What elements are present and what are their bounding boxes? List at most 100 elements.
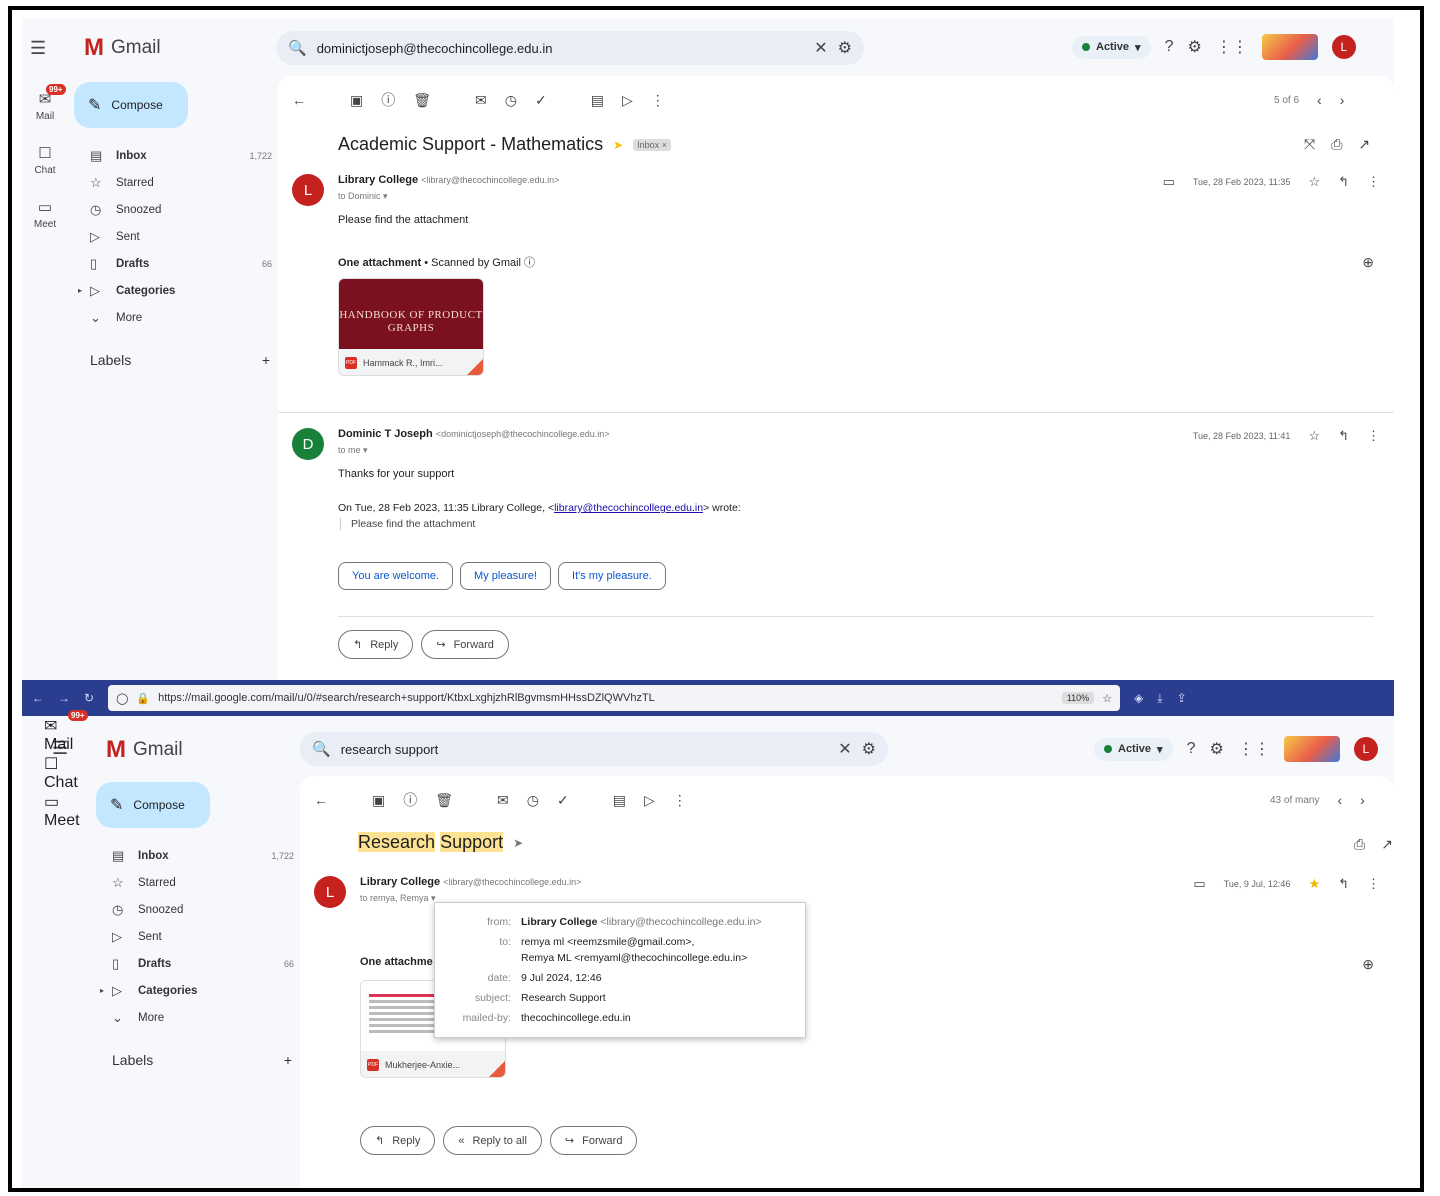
sender-name[interactable]: Library College <library@thecochincolleg… bbox=[338, 174, 559, 186]
search-input[interactable]: dominictjoseph@thecochincollege.edu.in bbox=[317, 41, 805, 56]
smart-reply-chip[interactable]: It's my pleasure. bbox=[558, 562, 666, 590]
recipient-toggle[interactable]: to remya, Remya ▾ bbox=[360, 893, 436, 904]
help-icon[interactable]: ? bbox=[1187, 740, 1196, 758]
address-bar[interactable]: ◯ 🔒 https://mail.google.com/mail/u/0/#se… bbox=[108, 685, 1121, 711]
archive-icon[interactable]: ▣ bbox=[372, 792, 385, 809]
url-text[interactable]: https://mail.google.com/mail/u/0/#search… bbox=[158, 692, 1054, 704]
collapse-all-icon[interactable]: ⤧ bbox=[1304, 136, 1315, 153]
more-vert-icon[interactable]: ⋮ bbox=[1367, 876, 1380, 892]
nav-sent[interactable]: ▷ Sent bbox=[92, 923, 300, 950]
nav-starred[interactable]: ☆ Starred bbox=[92, 869, 300, 896]
nav-drafts[interactable]: ▯ Drafts 66 bbox=[70, 250, 278, 277]
back-arrow-icon[interactable]: ← bbox=[32, 691, 44, 705]
compose-button[interactable]: ✎ Compose bbox=[96, 782, 210, 828]
archive-icon[interactable]: ▣ bbox=[350, 92, 363, 109]
newer-arrow-icon[interactable]: ‹ bbox=[1337, 792, 1342, 808]
reply-button[interactable]: ↰ Reply bbox=[338, 630, 414, 659]
report-spam-icon[interactable]: ⓘ bbox=[403, 790, 417, 810]
search-input[interactable]: research support bbox=[341, 742, 829, 757]
reply-icon[interactable]: ↰ bbox=[1338, 428, 1349, 444]
sender-name[interactable]: Library College <library@thecochincolleg… bbox=[360, 876, 581, 888]
label-icon[interactable]: ▷ bbox=[622, 92, 633, 109]
expand-caret-icon[interactable]: ▸ bbox=[100, 986, 104, 995]
more-vert-icon[interactable]: ⋮ bbox=[673, 792, 687, 809]
clear-search-icon[interactable]: ✕ bbox=[838, 739, 851, 759]
print-icon[interactable]: ⎙ bbox=[1331, 136, 1342, 153]
nav-sent[interactable]: ▷ Sent bbox=[70, 223, 278, 250]
smart-reply-chip[interactable]: You are welcome. bbox=[338, 562, 454, 590]
sender-avatar[interactable]: D bbox=[292, 428, 324, 460]
print-icon[interactable]: ⎙ bbox=[1354, 836, 1365, 853]
reply-icon[interactable]: ↰ bbox=[1338, 876, 1349, 892]
account-avatar[interactable]: L bbox=[1353, 737, 1378, 761]
older-arrow-icon[interactable]: › bbox=[1360, 792, 1365, 808]
apps-grid-icon[interactable]: ⋮⋮ bbox=[1238, 739, 1270, 759]
snooze-icon[interactable]: ◷ bbox=[527, 792, 539, 809]
reply-icon[interactable]: ↰ bbox=[1338, 174, 1349, 190]
search-bar[interactable]: 🔍 dominictjoseph@thecochincollege.edu.in… bbox=[276, 31, 864, 65]
recipient-toggle[interactable]: to Dominic ▾ bbox=[338, 191, 388, 202]
nav-snoozed[interactable]: ◷ Snoozed bbox=[70, 196, 278, 223]
mark-unread-icon[interactable]: ✉ bbox=[475, 92, 487, 109]
expand-caret-icon[interactable]: ▸ bbox=[78, 286, 82, 295]
important-marker-icon[interactable]: ➤ bbox=[513, 836, 523, 850]
nav-more[interactable]: ⌄ More bbox=[70, 304, 278, 331]
search-options-icon[interactable]: ⚙ bbox=[862, 739, 876, 759]
nav-starred[interactable]: ☆ Starred bbox=[70, 169, 278, 196]
rail-mail[interactable]: ✉ 99+ Mail bbox=[44, 710, 90, 754]
status-button[interactable]: Active ▾ bbox=[1072, 35, 1151, 59]
move-to-icon[interactable]: ▤ bbox=[591, 92, 604, 109]
help-icon[interactable]: ? bbox=[1165, 38, 1174, 56]
open-new-window-icon[interactable]: ↗ bbox=[1381, 836, 1393, 853]
rail-meet[interactable]: ▭ Meet bbox=[22, 198, 68, 230]
rail-mail[interactable]: ✉ 99+ Mail bbox=[22, 84, 68, 122]
search-options-icon[interactable]: ⚙ bbox=[838, 38, 852, 58]
forward-arrow-icon[interactable]: → bbox=[58, 691, 70, 705]
rail-chat[interactable]: ☐ Chat bbox=[22, 144, 68, 176]
settings-icon[interactable]: ⚙ bbox=[1209, 739, 1223, 759]
add-label-icon[interactable]: + bbox=[284, 1052, 292, 1068]
download-icon[interactable]: ⤓ bbox=[1157, 691, 1162, 706]
newer-arrow-icon[interactable]: ‹ bbox=[1317, 92, 1322, 108]
gmail-logo[interactable]: M Gmail bbox=[84, 34, 161, 62]
nav-inbox[interactable]: ▤ Inbox 1,722 bbox=[92, 842, 300, 869]
nav-more[interactable]: ⌄ More bbox=[92, 1004, 300, 1031]
forward-button[interactable]: ↪ Forward bbox=[549, 1126, 638, 1155]
open-new-window-icon[interactable]: ↗ bbox=[1358, 136, 1370, 153]
add-label-icon[interactable]: + bbox=[262, 352, 270, 368]
reload-icon[interactable]: ↻ bbox=[84, 691, 94, 705]
back-arrow-icon[interactable]: ← bbox=[292, 92, 306, 108]
pocket-icon[interactable]: ◈ bbox=[1134, 691, 1143, 705]
star-icon[interactable]: ☆ bbox=[1308, 428, 1320, 444]
apps-grid-icon[interactable]: ⋮⋮ bbox=[1216, 37, 1248, 57]
quote-email-link[interactable]: library@thecochincollege.edu.in bbox=[554, 502, 703, 514]
star-icon[interactable]: ☆ bbox=[1308, 174, 1320, 190]
attachment-card[interactable]: HANDBOOK OF PRODUCT GRAPHS PDF Hammack R.… bbox=[338, 278, 484, 376]
add-task-icon[interactable]: ✓ bbox=[557, 792, 569, 809]
add-to-drive-icon[interactable]: ⊕ bbox=[1362, 956, 1374, 973]
more-vert-icon[interactable]: ⋮ bbox=[1367, 428, 1380, 444]
recipient-toggle[interactable]: to me ▾ bbox=[338, 445, 368, 456]
clear-search-icon[interactable]: ✕ bbox=[814, 38, 827, 58]
more-vert-icon[interactable]: ⋮ bbox=[651, 92, 665, 109]
main-menu-icon[interactable]: ☰ bbox=[30, 38, 46, 59]
move-to-icon[interactable]: ▤ bbox=[613, 792, 626, 809]
account-avatar[interactable]: L bbox=[1331, 35, 1356, 59]
sender-name[interactable]: Dominic T Joseph <dominictjoseph@thecoch… bbox=[338, 428, 610, 440]
delete-icon[interactable]: 🗑 bbox=[435, 792, 453, 809]
search-icon[interactable]: 🔍 bbox=[312, 740, 331, 758]
rail-meet[interactable]: ▭ Meet bbox=[44, 792, 90, 830]
add-to-drive-icon[interactable]: ⊕ bbox=[1362, 254, 1374, 271]
more-vert-icon[interactable]: ⋮ bbox=[1367, 174, 1380, 190]
important-marker-icon[interactable]: ➤ bbox=[613, 138, 623, 152]
gmail-logo[interactable]: M Gmail bbox=[106, 736, 183, 764]
back-arrow-icon[interactable]: ← bbox=[314, 792, 328, 808]
nav-categories[interactable]: ▸ ▷ Categories bbox=[70, 277, 278, 304]
smart-reply-chip[interactable]: My pleasure! bbox=[460, 562, 552, 590]
rail-chat[interactable]: ☐ Chat bbox=[44, 754, 90, 792]
settings-icon[interactable]: ⚙ bbox=[1187, 37, 1201, 57]
nav-categories[interactable]: ▸ ▷ Categories bbox=[92, 977, 300, 1004]
nav-snoozed[interactable]: ◷ Snoozed bbox=[92, 896, 300, 923]
delete-icon[interactable]: 🗑 bbox=[413, 92, 431, 109]
older-arrow-icon[interactable]: › bbox=[1340, 92, 1345, 108]
